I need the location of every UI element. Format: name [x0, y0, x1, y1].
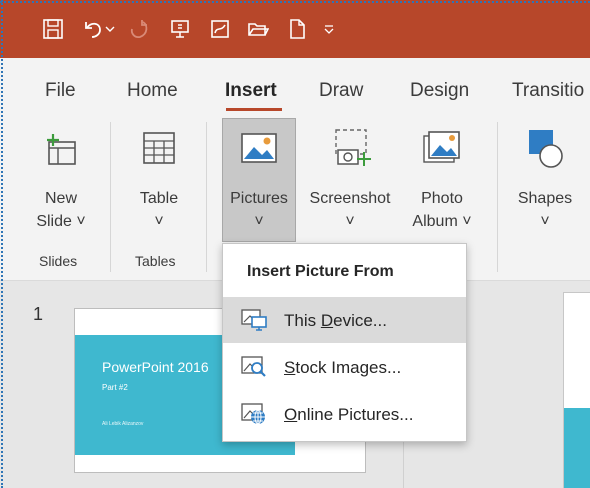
table-icon — [143, 132, 175, 164]
title-bar — [0, 0, 590, 58]
menu-item-this-device[interactable]: This Device... — [223, 297, 466, 343]
group-label-tables: Tables — [135, 253, 176, 269]
tab-home[interactable]: Home — [127, 80, 178, 102]
group-separator — [110, 122, 111, 272]
pictures-label: Pictures — [230, 190, 288, 207]
pictures-dropdown-arrow: ˅ — [254, 213, 264, 230]
slide-thumb-author: Ali Lebik Alizanzov — [102, 421, 144, 427]
access-key: O — [284, 405, 298, 424]
open-folder-icon[interactable] — [243, 14, 273, 44]
slide-thumb-title: PowerPoint 2016 — [102, 359, 209, 375]
photo-album-icon — [423, 131, 460, 163]
redo-icon[interactable] — [124, 14, 154, 44]
main-slide-canvas[interactable] — [563, 292, 590, 488]
new-slide-icon — [47, 134, 76, 165]
ribbon-tabs: File Home Insert Draw Design Transitio — [0, 62, 590, 112]
active-tab-indicator — [226, 108, 282, 111]
tab-draw[interactable]: Draw — [319, 80, 363, 102]
online-pictures-icon — [241, 403, 265, 425]
screenshot-dropdown-arrow: ˅ — [345, 213, 355, 230]
slide-thumb-subtitle: Part #2 — [102, 383, 128, 392]
label-post: tock Images... — [295, 358, 402, 377]
insert-picture-menu: Insert Picture From This Device... Stock… — [222, 243, 467, 442]
group-separator — [206, 122, 207, 272]
new-slide-label: New — [44, 190, 77, 207]
pictures-icon — [241, 133, 277, 163]
menu-item-online-pictures[interactable]: Online Pictures... — [223, 391, 466, 437]
selection-border-top — [0, 1, 590, 3]
shapes-label: Shapes — [517, 190, 573, 207]
screenshot-button[interactable]: Screenshot ˅ — [298, 118, 402, 242]
label-post: evice... — [333, 311, 387, 330]
presenter-icon[interactable] — [165, 14, 195, 44]
shapes-dropdown-arrow: ˅ — [540, 213, 550, 230]
menu-item-label: This Device... — [284, 311, 387, 331]
pictures-button[interactable]: Pictures ˅ — [222, 118, 296, 242]
label-post: nline Pictures... — [297, 405, 414, 424]
table-button[interactable]: Table ˅ — [120, 118, 198, 242]
photo-album-label: Photo — [421, 190, 463, 207]
group-separator — [497, 122, 498, 272]
menu-item-stock-images[interactable]: Stock Images... — [223, 344, 466, 390]
menu-item-label: Stock Images... — [284, 358, 401, 378]
customize-qat-icon[interactable] — [318, 14, 340, 44]
table-label: Table — [139, 190, 179, 207]
device-picture-icon — [241, 309, 267, 331]
table-dropdown-arrow: ˅ — [154, 213, 164, 230]
tab-file[interactable]: File — [45, 80, 76, 102]
group-label-slides: Slides — [39, 253, 78, 269]
access-key: D — [320, 311, 334, 330]
menu-header: Insert Picture From — [247, 263, 394, 280]
tab-transitions[interactable]: Transitio — [512, 80, 584, 102]
selection-border-left — [1, 0, 3, 488]
screenshot-icon — [335, 129, 371, 166]
new-slide-label-2: Slide ˅ — [36, 213, 86, 230]
access-key: S — [284, 358, 296, 377]
save-icon[interactable] — [38, 14, 68, 44]
tab-design[interactable]: Design — [410, 80, 469, 102]
label-pre: This — [284, 311, 321, 330]
photo-album-button[interactable]: Photo Album ˅ — [404, 118, 480, 242]
slide-number: 1 — [33, 304, 44, 324]
main-slide-title-band — [564, 408, 590, 488]
new-file-icon[interactable] — [282, 14, 312, 44]
tab-insert[interactable]: Insert — [225, 80, 277, 102]
undo-dropdown-icon[interactable] — [100, 14, 120, 44]
screenshot-label: Screenshot — [309, 190, 391, 207]
ink-icon[interactable] — [205, 14, 235, 44]
photo-album-label-2: Album ˅ — [412, 213, 472, 230]
stock-images-icon — [241, 356, 266, 377]
new-slide-button[interactable]: New Slide ˅ — [30, 118, 92, 242]
menu-item-label: Online Pictures... — [284, 405, 413, 425]
shapes-icon — [529, 130, 563, 168]
shapes-button[interactable]: Shapes ˅ — [505, 118, 585, 242]
